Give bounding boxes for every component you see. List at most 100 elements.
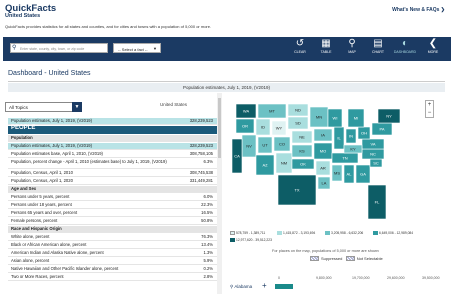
clear-button[interactable]: ↺ CLEAR	[288, 38, 312, 60]
legend-item: 1,415,872 - 3,193,694	[277, 231, 316, 236]
search-input[interactable]: Enter state, county, city, town, or zip …	[10, 43, 108, 53]
topics-label: All Topics	[9, 105, 28, 110]
axis-tick: 29,600,000	[387, 276, 405, 280]
zoom-out-button[interactable]: −	[426, 109, 433, 117]
table-row[interactable]: Persons 65 years and over, percent 16.5%	[8, 210, 217, 217]
state-label: AZ	[262, 163, 268, 168]
table-row[interactable]: Persons under 5 years, percent 6.0%	[8, 194, 217, 201]
not-selectable-swatch	[345, 256, 355, 262]
table-row[interactable]: Population, Census, April 1, 2020 331,449…	[8, 178, 217, 185]
row-value: 76.3%	[201, 234, 213, 239]
state-label: OH	[361, 131, 367, 136]
state-label: PA	[379, 127, 384, 132]
table-button[interactable]: ▦ TABLE	[314, 38, 338, 60]
row-value: 328,239,523	[189, 143, 213, 148]
state-label: MO	[320, 149, 326, 154]
table-row[interactable]: Population, percent change - April 1, 20…	[8, 159, 217, 169]
legend-label: 6,649,006 - 12,989,084	[379, 231, 414, 235]
search-icon: ⚲	[230, 284, 234, 289]
table-row[interactable]: American Indian and Alaska Native alone,…	[8, 250, 217, 257]
state-label: IA	[321, 133, 325, 138]
state-label: KY	[350, 147, 356, 152]
tagline: QuickFacts provides statistics for all s…	[5, 24, 212, 29]
table-row[interactable]: Persons under 18 years, percent 22.3%	[8, 202, 217, 209]
state-label: WY	[276, 126, 283, 131]
row-label: Persons 65 years and over, percent	[11, 210, 78, 215]
table-row[interactable]: Two or More Races, percent 2.8%	[8, 274, 217, 281]
table-row[interactable]: Black or African American alone, percent…	[8, 242, 217, 249]
state-label: AL	[347, 172, 353, 177]
state-label: TX	[294, 188, 299, 193]
chart-row-label[interactable]: ⚲ Alabama	[230, 284, 252, 290]
table-row[interactable]: White alone, percent 76.3%	[8, 234, 217, 241]
faq-link[interactable]: What's New & FAQs ❯	[392, 7, 445, 13]
row-label: Two or More Races, percent	[11, 274, 64, 279]
header: QuickFacts United States QuickFacts prov…	[0, 0, 451, 37]
table-row[interactable]: Population, Census, April 1, 2010 308,745…	[8, 170, 217, 177]
map[interactable]: WA MT ND OR ID SD MN WY NV UT CO NE IA CA AZ NM KS OK MO IL…	[224, 93, 445, 233]
row-value: 6.3%	[203, 159, 213, 164]
dashboard-label: DASHBOARD	[393, 50, 417, 54]
row-label: Population, Census, April 1, 2010	[11, 170, 73, 175]
state-label: NV	[246, 144, 252, 149]
state-label: KS	[299, 149, 305, 154]
state-label: UT	[262, 143, 268, 148]
chart-button[interactable]: ▤ CHART	[366, 38, 390, 60]
state-label: AR	[320, 166, 326, 171]
row-label: White alone, percent	[11, 234, 50, 239]
more-button[interactable]: ❮ MORE	[421, 38, 445, 60]
topics-select[interactable]: All Topics ▼	[5, 102, 82, 112]
dashboard-button[interactable]: ◐ DASHBOARD	[393, 38, 417, 60]
subsection-header: Race and Hispanic Origin	[8, 226, 217, 233]
map-button[interactable]: ⚲ MAP	[340, 38, 364, 60]
scrollbar-thumb[interactable]	[218, 98, 221, 158]
map-pin-icon: ⚲	[348, 38, 356, 49]
column-header: United States	[160, 102, 188, 107]
row-value: 22.3%	[201, 202, 213, 207]
table-row[interactable]: Population estimates, July 1, 2019, (V20…	[8, 143, 217, 150]
row-value: 308,758,105	[189, 151, 213, 156]
expand-button[interactable]: +	[262, 281, 267, 290]
legend-label: 1,415,872 - 3,193,694	[283, 231, 316, 235]
legend-label: 3,205,958 - 6,632,206	[331, 231, 364, 235]
table-label: TABLE	[320, 50, 332, 54]
row-label: Persons under 18 years, percent	[11, 202, 72, 207]
row-value: 328,239,523	[189, 118, 213, 123]
us-map[interactable]: WA MT NDOR IDSDMNWYNV UT CONE IACAAZ NMKSOKMOIL…	[224, 93, 445, 233]
state-label: MN	[316, 115, 322, 120]
row-label: American Indian and Alaska Native alone,…	[11, 250, 104, 255]
row-label: Population estimates, July 1, 2019, (V20…	[11, 143, 93, 148]
table-row[interactable]: Population estimates, July 1, 2019, (V20…	[8, 118, 217, 125]
state-label: NY	[386, 114, 392, 119]
divider	[8, 81, 445, 82]
state-label: SD	[295, 121, 301, 126]
row-label: Population	[11, 135, 33, 140]
map-label: MAP	[348, 50, 356, 54]
suppressed-label: Suppressed	[321, 256, 343, 261]
table-row[interactable]: Native Hawaiian and Other Pacific Island…	[8, 266, 217, 273]
brand-subtitle: United States	[5, 13, 41, 19]
clear-icon: ↺	[295, 38, 305, 49]
chart-bar[interactable]	[275, 284, 293, 289]
fact-header: Population estimates, July 1, 2019, (V20…	[8, 83, 445, 92]
not-selectable-label: Not Selectable	[356, 256, 383, 261]
state-label: MS	[334, 171, 340, 176]
table-row[interactable]: Female persons, percent 50.8%	[8, 218, 217, 225]
legend-item: 3,205,958 - 6,632,206	[325, 231, 364, 236]
row-value: 0.2%	[203, 266, 213, 271]
table-row[interactable]: Population estimates base, April 1, 2010…	[8, 151, 217, 158]
search-icon[interactable]: ⚲	[12, 44, 19, 51]
chart-label: CHART	[372, 50, 384, 54]
suppressed-legend: Suppressed Not Selectable	[310, 256, 383, 262]
fact-select[interactable]: -- Select a fact -- ▼	[113, 43, 161, 53]
row-label: Persons under 5 years, percent	[11, 194, 70, 199]
table-row[interactable]: Asian alone, percent 5.9%	[8, 258, 217, 265]
zoom-in-button[interactable]: +	[426, 101, 433, 109]
chevron-down-icon: ▼	[153, 46, 157, 51]
state-label: Alabama	[234, 284, 253, 289]
state-label: MI	[354, 116, 358, 121]
legend-label: 12,977,620 - 39,512,223	[236, 238, 272, 242]
axis-tick: 19,700,000	[352, 276, 370, 280]
row-label: Population estimates base, April 1, 2010…	[11, 151, 103, 156]
state-label: VA	[370, 142, 375, 147]
